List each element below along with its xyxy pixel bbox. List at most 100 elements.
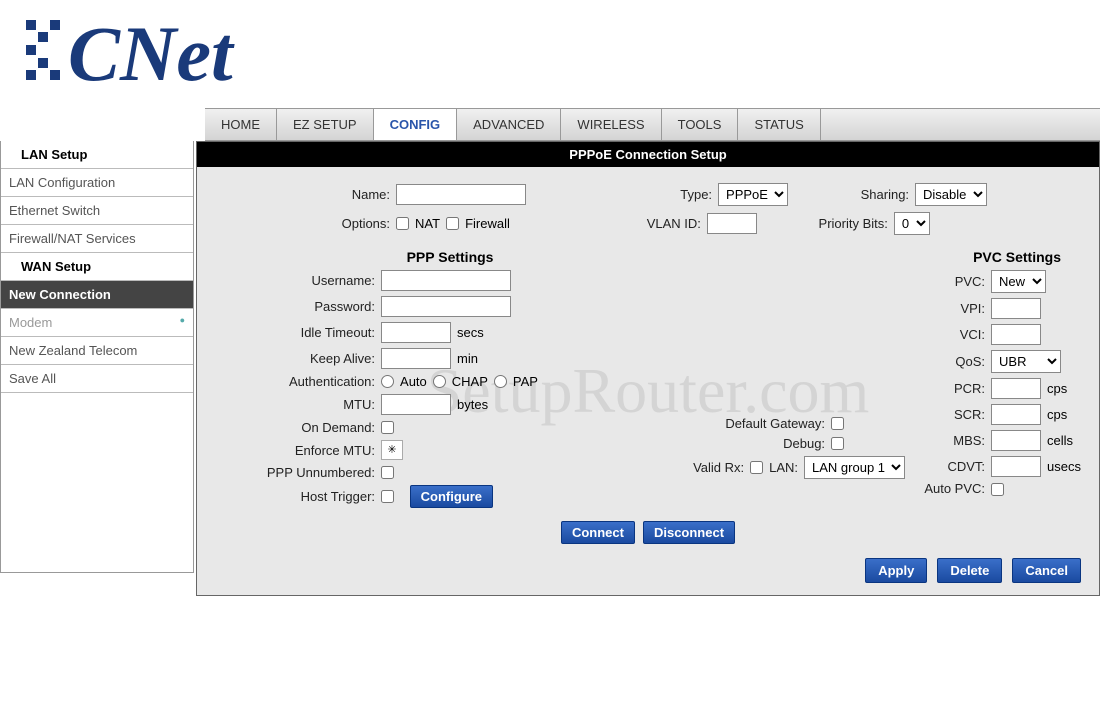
pcr-unit: cps (1047, 381, 1067, 396)
auth-auto-radio[interactable] (381, 375, 394, 388)
nav-home[interactable]: HOME (205, 109, 277, 140)
vlan-label: VLAN ID: (516, 216, 701, 231)
svg-text:CNet: CNet (68, 10, 235, 95)
sidebar-header-wan: WAN Setup (1, 252, 193, 280)
idle-unit: secs (457, 325, 484, 340)
host-label: Host Trigger: (215, 489, 375, 504)
cdvt-label: CDVT: (905, 459, 985, 474)
idle-input[interactable] (381, 322, 451, 343)
auth-chap-radio[interactable] (433, 375, 446, 388)
sidebar-item-nz-telecom[interactable]: New Zealand Telecom (1, 336, 193, 364)
main-nav: HOME EZ SETUP CONFIG ADVANCED WIRELESS T… (205, 108, 1100, 141)
nav-advanced[interactable]: ADVANCED (457, 109, 561, 140)
cdvt-unit: usecs (1047, 459, 1081, 474)
sharing-label: Sharing: (794, 187, 909, 202)
configure-button[interactable]: Configure (410, 485, 493, 508)
scr-unit: cps (1047, 407, 1067, 422)
delete-button[interactable]: Delete (937, 558, 1002, 583)
mbs-input[interactable] (991, 430, 1041, 451)
disconnect-button[interactable]: Disconnect (643, 521, 735, 544)
sidebar-header-lan: LAN Setup (1, 141, 193, 168)
vpi-label: VPI: (905, 301, 985, 316)
lan-label: LAN: (769, 460, 798, 475)
apply-button[interactable]: Apply (865, 558, 927, 583)
sidebar-spacer (1, 392, 193, 572)
vci-input[interactable] (991, 324, 1041, 345)
pcr-input[interactable] (991, 378, 1041, 399)
nav-status[interactable]: STATUS (738, 109, 820, 140)
priority-select[interactable]: 0 (894, 212, 930, 235)
sidebar-item-lan-config[interactable]: LAN Configuration (1, 168, 193, 196)
defgw-checkbox[interactable] (831, 417, 844, 430)
qos-label: QoS: (905, 354, 985, 369)
vci-label: VCI: (905, 327, 985, 342)
nat-label: NAT (415, 216, 440, 231)
username-label: Username: (215, 273, 375, 288)
ppp-settings-header: PPP Settings (215, 249, 685, 265)
auth-auto-label: Auto (400, 374, 427, 389)
pvc-label: PVC: (905, 274, 985, 289)
autopvc-label: Auto PVC: (905, 482, 985, 496)
validrx-label: Valid Rx: (685, 460, 744, 475)
mtu-unit: bytes (457, 397, 488, 412)
scr-input[interactable] (991, 404, 1041, 425)
options-label: Options: (215, 216, 390, 231)
lan-select[interactable]: LAN group 1 (804, 456, 905, 479)
sidebar-item-modem[interactable]: Modem● (1, 308, 193, 336)
nav-tools[interactable]: TOOLS (662, 109, 739, 140)
idle-label: Idle Timeout: (215, 325, 375, 340)
sidebar: LAN Setup LAN Configuration Ethernet Swi… (0, 141, 194, 573)
sharing-select[interactable]: Disable (915, 183, 987, 206)
pvc-select[interactable]: New (991, 270, 1046, 293)
logo: CNet (0, 0, 1100, 108)
validrx-checkbox[interactable] (750, 461, 763, 474)
debug-checkbox[interactable] (831, 437, 844, 450)
vlan-input[interactable] (707, 213, 757, 234)
auth-chap-label: CHAP (452, 374, 488, 389)
sidebar-item-firewall-nat[interactable]: Firewall/NAT Services (1, 224, 193, 252)
cdvt-input[interactable] (991, 456, 1041, 477)
enforce-mtu-icon[interactable]: ✳ (381, 440, 403, 460)
connect-button[interactable]: Connect (561, 521, 635, 544)
vpi-input[interactable] (991, 298, 1041, 319)
nav-ez-setup[interactable]: EZ SETUP (277, 109, 374, 140)
debug-label: Debug: (685, 436, 825, 451)
sidebar-item-ethernet-switch[interactable]: Ethernet Switch (1, 196, 193, 224)
main-panel: PPPoE Connection Setup SetupRouter.com N… (196, 141, 1100, 596)
mbs-label: MBS: (905, 433, 985, 448)
ondemand-label: On Demand: (215, 420, 375, 435)
sidebar-item-new-connection[interactable]: New Connection (1, 280, 193, 308)
host-checkbox[interactable] (381, 490, 394, 503)
ondemand-checkbox[interactable] (381, 421, 394, 434)
autopvc-checkbox[interactable] (991, 483, 1004, 496)
auth-pap-label: PAP (513, 374, 538, 389)
keep-input[interactable] (381, 348, 451, 369)
nat-checkbox[interactable] (396, 217, 409, 230)
unnum-checkbox[interactable] (381, 466, 394, 479)
type-select[interactable]: PPPoE (718, 183, 788, 206)
nav-wireless[interactable]: WIRELESS (561, 109, 661, 140)
firewall-label: Firewall (465, 216, 510, 231)
name-input[interactable] (396, 184, 526, 205)
qos-select[interactable]: UBR (991, 350, 1061, 373)
cancel-button[interactable]: Cancel (1012, 558, 1081, 583)
page-title: PPPoE Connection Setup (197, 142, 1099, 167)
name-label: Name: (215, 187, 390, 202)
priority-label: Priority Bits: (763, 216, 888, 231)
password-label: Password: (215, 299, 375, 314)
sidebar-item-save-all[interactable]: Save All (1, 364, 193, 392)
mtu-input[interactable] (381, 394, 451, 415)
pvc-settings-header: PVC Settings (905, 249, 1081, 265)
auth-label: Authentication: (215, 374, 375, 389)
defgw-label: Default Gateway: (685, 416, 825, 431)
nav-config[interactable]: CONFIG (374, 109, 458, 140)
firewall-checkbox[interactable] (446, 217, 459, 230)
enforce-label: Enforce MTU: (215, 443, 375, 458)
keep-unit: min (457, 351, 478, 366)
mbs-unit: cells (1047, 433, 1073, 448)
auth-pap-radio[interactable] (494, 375, 507, 388)
username-input[interactable] (381, 270, 511, 291)
password-input[interactable] (381, 296, 511, 317)
indicator-icon: ● (180, 315, 185, 325)
unnum-label: PPP Unnumbered: (215, 465, 375, 480)
